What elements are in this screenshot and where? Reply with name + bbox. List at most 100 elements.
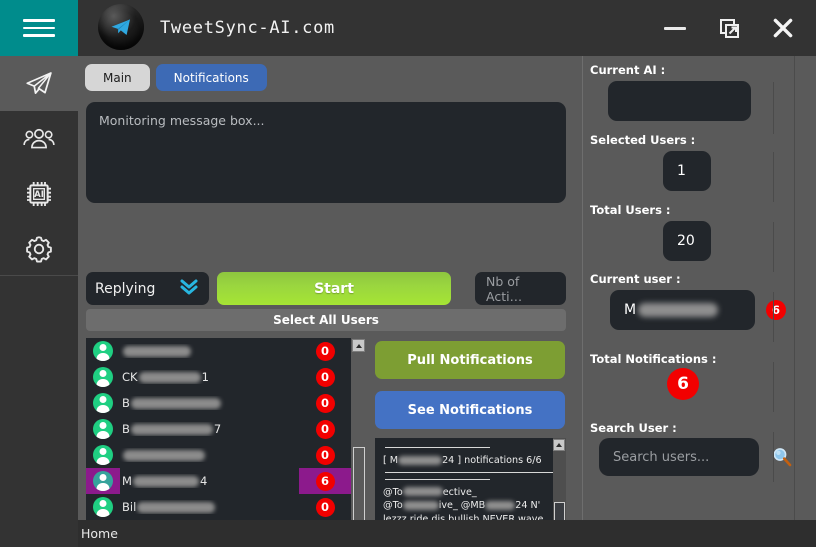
ai-chip-icon: AI xyxy=(27,181,51,206)
right-panel: Current AI : Selected Users : 1 Total Us… xyxy=(583,56,794,520)
status-badge: 0 xyxy=(315,367,335,387)
nb-actions-input[interactable]: Nb of Acti… xyxy=(475,272,566,305)
total-users-label: Total Users : xyxy=(590,203,671,217)
see-notifications-button[interactable]: See Notifications xyxy=(375,391,565,429)
selected-users-label: Selected Users : xyxy=(590,133,696,147)
users-group-icon xyxy=(23,128,55,148)
avatar xyxy=(86,390,120,416)
user-list-scrollbar[interactable] xyxy=(351,338,366,547)
panel-divider-right xyxy=(794,56,795,520)
window-controls xyxy=(648,0,810,56)
select-all-users-button[interactable]: Select All Users xyxy=(86,309,566,331)
close-button[interactable] xyxy=(756,0,810,56)
status-badge: 0 xyxy=(315,497,335,517)
caret-up-icon xyxy=(355,343,362,348)
avatar xyxy=(86,364,120,390)
selected-users-value: 1 xyxy=(663,151,711,191)
close-icon xyxy=(773,18,793,38)
hamburger-icon xyxy=(23,19,55,37)
table-row[interactable]: 0 xyxy=(86,442,351,468)
current-ai-label: Current AI : xyxy=(590,63,666,77)
table-row[interactable]: CK 1 0 xyxy=(86,364,351,390)
current-user-badge: 6 xyxy=(766,300,786,320)
user-name: B xyxy=(120,396,299,410)
divider xyxy=(385,447,490,448)
divider xyxy=(773,152,774,202)
avatar xyxy=(86,442,120,468)
total-notifications-value: 6 xyxy=(667,368,699,400)
avatar xyxy=(86,494,120,520)
notification-header: [ M 24 ] notifications 6/6 xyxy=(383,455,542,466)
telegram-plane-logo xyxy=(98,4,144,50)
tab-main[interactable]: Main xyxy=(85,64,150,91)
svg-text:AI: AI xyxy=(34,190,44,200)
user-name: M4 xyxy=(122,474,208,488)
gear-icon xyxy=(26,235,52,262)
status-bar: Home xyxy=(0,520,816,547)
divider xyxy=(385,471,553,473)
sidebar-rail: AI xyxy=(0,56,78,547)
pull-notifications-button[interactable]: Pull Notifications xyxy=(375,341,565,379)
start-button[interactable]: Start xyxy=(217,272,451,305)
divider xyxy=(385,478,490,480)
monitoring-message-box[interactable]: Monitoring message box... xyxy=(86,102,566,203)
sidebar-item-ai[interactable]: AI xyxy=(0,166,78,221)
current-ai-field[interactable] xyxy=(608,81,751,121)
mode-dropdown[interactable]: Replying xyxy=(86,272,209,305)
status-badge: 6 xyxy=(315,471,335,491)
total-notifications-label: Total Notifications : xyxy=(590,352,717,366)
menu-button[interactable] xyxy=(0,0,78,56)
sidebar-item-users[interactable] xyxy=(0,111,78,166)
status-badge: 0 xyxy=(315,445,335,465)
current-user-value: M xyxy=(624,302,637,318)
current-user-field[interactable]: M xyxy=(610,290,755,330)
avatar xyxy=(86,416,120,442)
status-badge: 0 xyxy=(315,341,335,361)
divider xyxy=(773,432,774,482)
notification-handle-line: @To ive_ @MB 24 N' xyxy=(383,500,541,511)
avatar xyxy=(86,468,120,494)
sidebar-item-send[interactable] xyxy=(0,56,78,111)
minimize-button[interactable] xyxy=(648,0,702,56)
user-name: CK 1 xyxy=(122,370,209,384)
chevron-double-down-icon xyxy=(178,278,200,300)
current-user-label: Current user : xyxy=(590,272,681,286)
magnifier-icon[interactable] xyxy=(771,446,793,468)
scroll-up-button[interactable] xyxy=(352,339,365,352)
total-users-value: 20 xyxy=(663,221,711,261)
user-name xyxy=(120,344,299,358)
main-content: Main Notifications Monitoring message bo… xyxy=(78,56,816,547)
table-row[interactable]: Bil 0 xyxy=(86,494,351,520)
search-input[interactable]: Search users... xyxy=(599,438,759,476)
paper-plane-icon xyxy=(26,71,52,94)
user-name xyxy=(120,448,299,462)
table-row[interactable]: B 0 xyxy=(86,390,351,416)
user-name: Bil xyxy=(120,500,299,514)
mode-dropdown-label: Replying xyxy=(95,280,156,297)
restore-button[interactable] xyxy=(702,0,756,56)
user-name: B7 xyxy=(122,422,222,436)
search-user-label: Search User : xyxy=(590,421,677,435)
table-row[interactable]: B7 0 xyxy=(86,416,351,442)
user-list[interactable]: 0 CK 1 0 B 0 B7 0 0 M 4 6 Bil 0 xyxy=(86,338,351,547)
divider xyxy=(773,362,774,412)
scroll-up-button[interactable] xyxy=(553,439,565,451)
restore-icon xyxy=(720,19,739,38)
control-row: Replying Start Nb of Acti… xyxy=(86,272,566,305)
title-bar: TweetSync-AI.com xyxy=(0,0,816,56)
minimize-icon xyxy=(664,26,686,30)
app-window: TweetSync-AI.com AI Main Notifications M… xyxy=(0,0,816,547)
status-badge: 0 xyxy=(315,393,335,413)
table-row[interactable]: M4 6 xyxy=(86,468,351,494)
table-row[interactable]: 0 xyxy=(86,338,351,364)
caret-up-icon xyxy=(556,443,562,447)
divider xyxy=(773,292,774,342)
status-text: Home xyxy=(81,526,118,541)
sidebar-item-settings[interactable] xyxy=(0,221,78,276)
tab-notifications[interactable]: Notifications xyxy=(155,64,267,91)
status-badge: 0 xyxy=(315,419,335,439)
tab-bar: Main Notifications xyxy=(85,64,267,91)
page-title: TweetSync-AI.com xyxy=(160,18,335,38)
notification-handle-line: @To ective_ xyxy=(383,486,477,498)
divider xyxy=(773,222,774,272)
